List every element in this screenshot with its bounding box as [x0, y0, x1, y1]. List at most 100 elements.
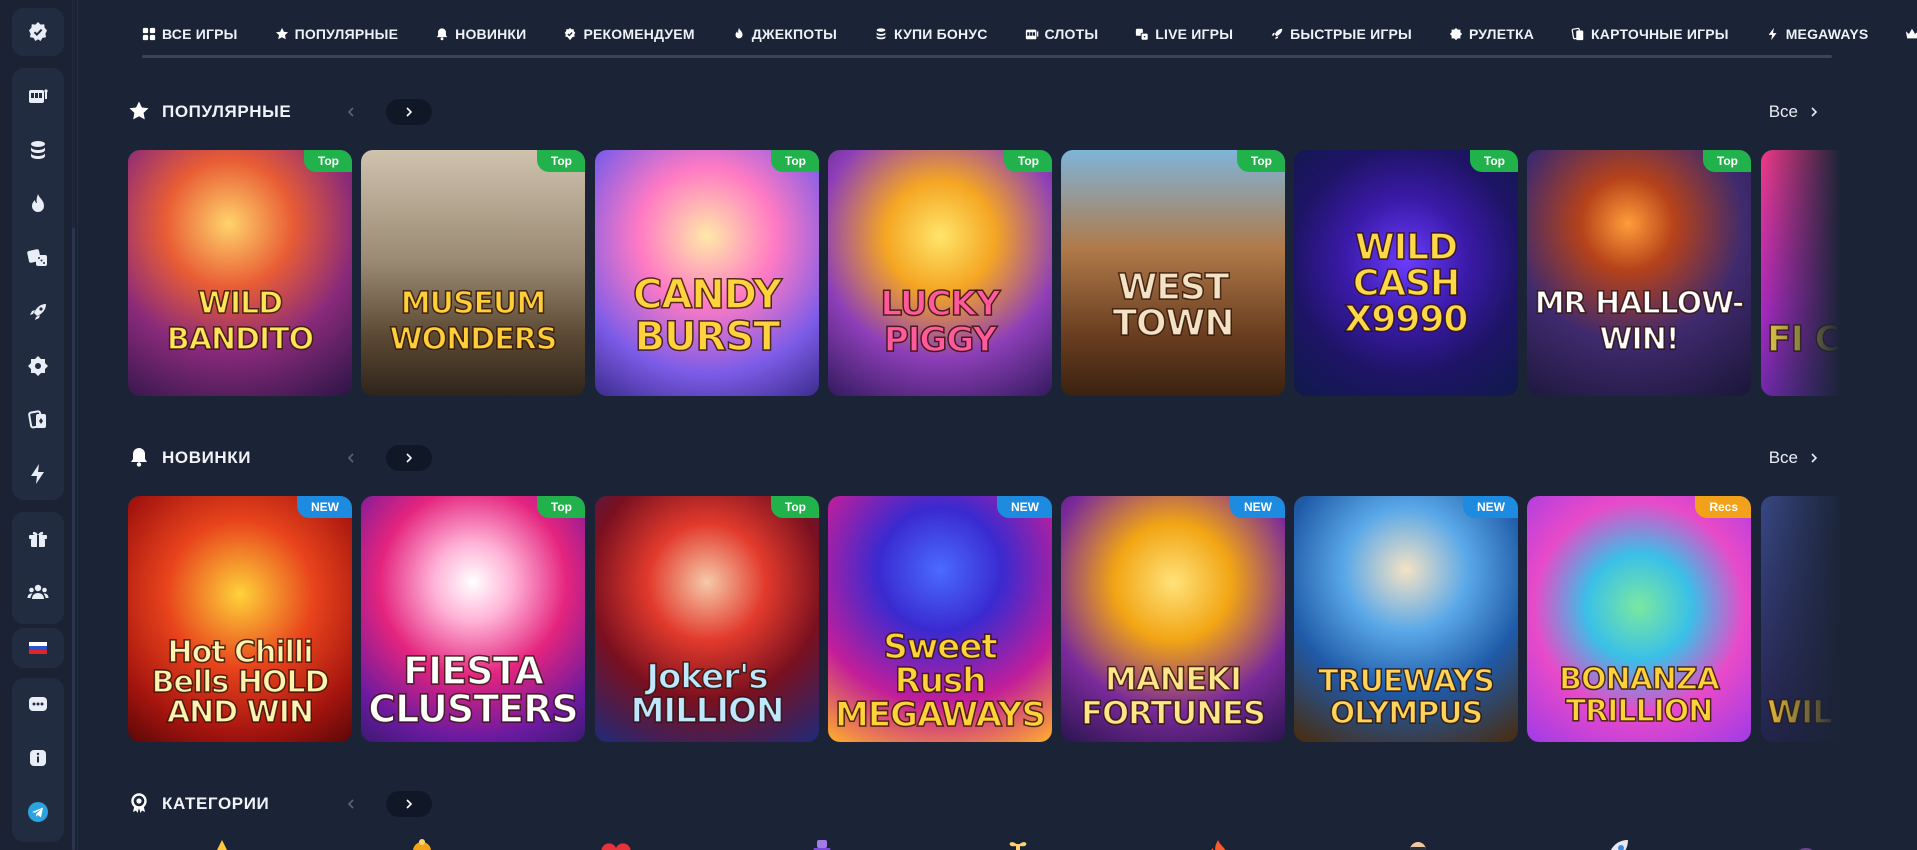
lightning-icon: [1768, 27, 1777, 41]
sidebar-item-bonus[interactable]: [12, 124, 64, 176]
game-card[interactable]: MANEKI FORTUNES NEW: [1061, 496, 1285, 742]
category-heart-icon[interactable]: [594, 838, 638, 850]
carousel-prev-button[interactable]: [328, 99, 374, 125]
game-card[interactable]: WILD BANDITO Top: [128, 150, 352, 396]
game-card[interactable]: MR HALLOW-WIN! Top: [1527, 150, 1751, 396]
sidebar-item-live[interactable]: [12, 232, 64, 284]
carousel-next-button[interactable]: [386, 445, 432, 471]
game-card[interactable]: CANDY BURST Top: [595, 150, 819, 396]
game-card[interactable]: WIL: [1761, 496, 1856, 742]
see-all-link[interactable]: Все: [1769, 448, 1820, 468]
language-selector[interactable]: [12, 628, 64, 668]
see-all-label: Все: [1768, 102, 1798, 121]
game-carousel: Hot Chilli Bells HOLD AND WIN NEW FIESTA…: [128, 496, 1856, 744]
grid-icon: [142, 27, 156, 41]
cards-icon: [28, 410, 46, 429]
category-fire-icon[interactable]: [1196, 838, 1240, 850]
game-carousel: WILD BANDITO Top MUSEUM WONDERS Top CAND…: [128, 150, 1856, 398]
logo-icon[interactable]: [12, 8, 64, 56]
sidebar-item-referral[interactable]: [12, 566, 64, 618]
tab-vip[interactable]: [1905, 27, 1917, 41]
category-carousel: [128, 838, 1868, 850]
tab-label: НОВИНКИ: [455, 26, 527, 42]
game-card[interactable]: Hot Chilli Bells HOLD AND WIN NEW: [128, 496, 352, 742]
tab-new[interactable]: НОВИНКИ: [435, 26, 526, 42]
game-card[interactable]: Joker's MILLION Top: [595, 496, 819, 742]
sidebar-item-telegram[interactable]: [12, 786, 64, 838]
game-card[interactable]: FIESTA CLUSTERS Top: [361, 496, 585, 742]
tab-recommended[interactable]: РЕКОМЕНДУЕМ: [563, 26, 695, 42]
category-agent-icon[interactable]: [1396, 838, 1440, 850]
tab-live-games[interactable]: LIVE ИГРЫ: [1135, 26, 1233, 42]
category-star-icon[interactable]: [200, 838, 244, 850]
gift-icon: [29, 531, 47, 547]
coins-icon: [876, 28, 886, 40]
sidebar-item-cards[interactable]: [12, 394, 64, 446]
fire-icon: [735, 27, 743, 39]
category-more-icon[interactable]: [1784, 838, 1828, 850]
tab-buy-bonus[interactable]: КУПИ БОНУС: [874, 26, 988, 42]
badge-top: Top: [770, 150, 819, 172]
tab-slots[interactable]: СЛОТЫ: [1025, 26, 1099, 42]
game-card[interactable]: WILD CASH X9990 Top: [1294, 150, 1518, 396]
carousel-prev-button[interactable]: [328, 445, 374, 471]
sidebar-item-chat[interactable]: [12, 678, 64, 730]
tab-card-games[interactable]: КАРТОЧНЫЕ ИГРЫ: [1571, 26, 1729, 42]
badge-top: Top: [536, 150, 585, 172]
crown-icon: [1906, 28, 1917, 39]
game-card[interactable]: FI CLU: [1761, 150, 1856, 396]
badge-recs: Recs: [1695, 496, 1751, 518]
sidebar-item-jackpots[interactable]: [12, 178, 64, 230]
tab-label: ПОПУЛЯРНЫЕ: [294, 26, 399, 42]
game-title: WILD CASH X9990: [1344, 227, 1469, 340]
game-title: TRUEWAYS OLYMPUS: [1317, 664, 1495, 731]
tab-jackpots[interactable]: ДЖЕКПОТЫ: [732, 26, 837, 42]
rocket-icon: [30, 304, 46, 320]
tab-all-games[interactable]: ВСЕ ИГРЫ: [142, 26, 238, 42]
carousel-next-button[interactable]: [386, 99, 432, 125]
award-icon: [131, 793, 147, 813]
shield-check-icon: [565, 27, 576, 41]
bell-icon: [131, 448, 147, 467]
sidebar-item-megaways[interactable]: [12, 448, 64, 500]
sidebar-item-roulette[interactable]: [12, 340, 64, 392]
game-title: WIL: [1766, 693, 1833, 731]
game-title: FIESTA CLUSTERS: [368, 649, 580, 731]
section-title: КАТЕГОРИИ: [162, 794, 270, 813]
game-card[interactable]: BONANZA TRILLION Recs: [1527, 496, 1751, 742]
category-gift-icon[interactable]: [996, 838, 1040, 850]
carousel-prev-button[interactable]: [328, 791, 374, 817]
tab-megaways[interactable]: MEGAWAYS: [1766, 26, 1869, 42]
tab-fast-games[interactable]: БЫСТРЫЕ ИГРЫ: [1270, 26, 1412, 42]
category-potion-icon[interactable]: [800, 838, 844, 850]
coins-icon: [31, 141, 45, 159]
sidebar-item-fast-games[interactable]: [12, 286, 64, 338]
carousel-next-button[interactable]: [386, 791, 432, 817]
game-card[interactable]: WEST TOWN Top: [1061, 150, 1285, 396]
tab-popular[interactable]: ПОПУЛЯРНЫЕ: [275, 26, 399, 42]
sidebar-scrollbar[interactable]: [72, 228, 75, 850]
tab-label: ДЖЕКПОТЫ: [751, 26, 838, 42]
tabs-scrollbar[interactable]: [142, 55, 1832, 58]
tab-roulette[interactable]: РУЛЕТКА: [1449, 26, 1534, 42]
tab-label: КУПИ БОНУС: [894, 26, 988, 42]
category-rocket-icon[interactable]: [1596, 838, 1640, 850]
game-card[interactable]: TRUEWAYS OLYMPUS NEW: [1294, 496, 1518, 742]
game-card[interactable]: LUCKY PIGGY Top: [828, 150, 1052, 396]
game-card[interactable]: MUSEUM WONDERS Top: [361, 150, 585, 396]
sidebar-item-info[interactable]: [12, 732, 64, 784]
category-bell-icon[interactable]: [400, 838, 444, 850]
see-all-link[interactable]: Все: [1769, 102, 1820, 122]
sidebar-item-promotions[interactable]: [12, 512, 64, 564]
casino-page: ВСЕ ИГРЫ ПОПУЛЯРНЫЕ НОВИНКИ РЕКОМЕНДУЕМ …: [0, 0, 1917, 850]
fire-icon: [32, 194, 44, 212]
game-thumbnail: [1527, 150, 1751, 396]
chevron-right-icon: [406, 453, 413, 463]
badge-new: NEW: [997, 496, 1052, 518]
info-icon: [30, 750, 46, 766]
rocket-icon: [1271, 28, 1283, 40]
sidebar-item-slots[interactable]: [12, 70, 64, 122]
game-card[interactable]: Sweet Rush MEGAWAYS NEW: [828, 496, 1052, 742]
users-icon: [27, 584, 49, 599]
badge-top: Top: [303, 150, 352, 172]
